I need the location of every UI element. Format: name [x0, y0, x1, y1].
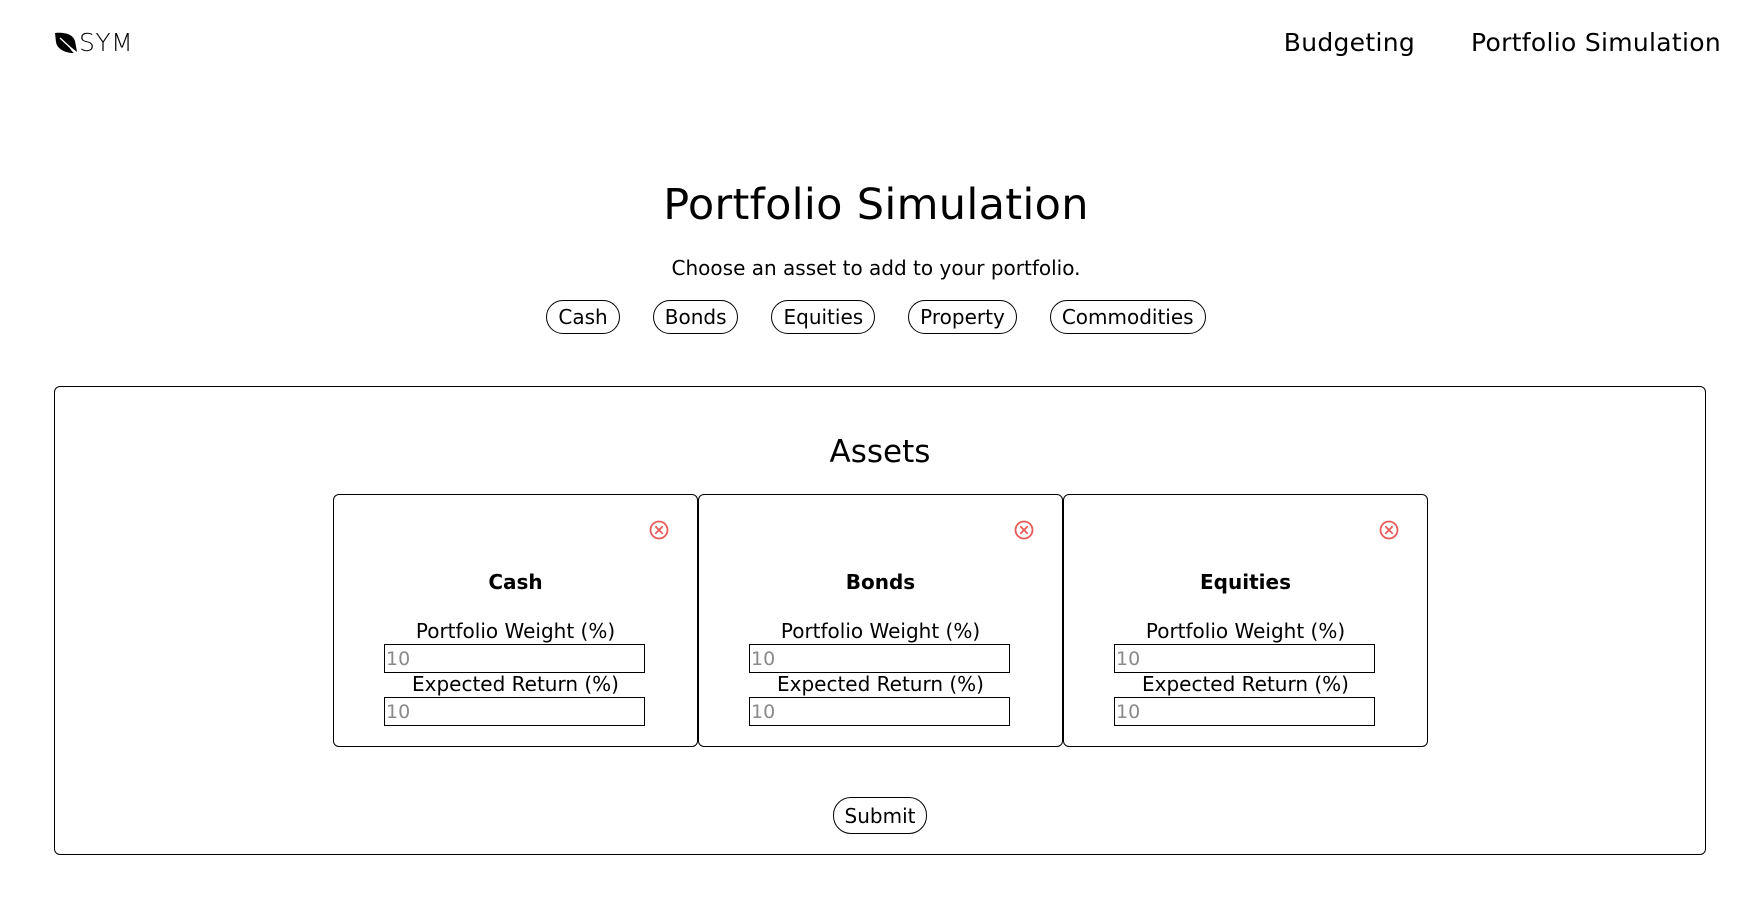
asset-card-title: Equities — [1200, 570, 1291, 594]
equities-weight-input[interactable] — [1114, 644, 1375, 673]
add-bonds-button[interactable]: Bonds — [652, 300, 739, 334]
cash-return-input[interactable] — [384, 697, 645, 726]
asset-card-list: Cash Portfolio Weight (%) Expected Retur… — [333, 494, 1428, 747]
nav-link-portfolio-simulation[interactable]: Portfolio Simulation — [1471, 27, 1721, 59]
remove-bonds-icon[interactable] — [1013, 519, 1035, 541]
add-property-button[interactable]: Property — [908, 300, 1017, 334]
page: SYM Budgeting Portfolio Simulation Portf… — [0, 0, 1752, 899]
assets-title: Assets — [829, 434, 931, 470]
remove-equities-icon[interactable] — [1378, 519, 1400, 541]
add-commodities-button[interactable]: Commodities — [1049, 300, 1206, 334]
page-title: Portfolio Simulation — [663, 180, 1089, 230]
bonds-return-input[interactable] — [749, 697, 1010, 726]
submit-button[interactable]: Submit — [832, 797, 928, 834]
asset-card-cash: Cash Portfolio Weight (%) Expected Retur… — [333, 494, 698, 747]
bonds-weight-input[interactable] — [749, 644, 1010, 673]
leaf-icon — [54, 32, 78, 54]
asset-card-equities: Equities Portfolio Weight (%) Expected R… — [1063, 494, 1428, 747]
asset-choice-list: Cash Bonds Equities Property Commodities — [0, 300, 1752, 334]
asset-card-title: Cash — [488, 570, 543, 594]
portfolio-weight-label: Portfolio Weight (%) — [780, 619, 981, 643]
assets-panel: Assets Cash Portfolio Weight (%) Expecte… — [54, 386, 1706, 855]
asset-card-title: Bonds — [845, 570, 916, 594]
logo[interactable]: SYM — [54, 28, 133, 58]
asset-card-bonds: Bonds Portfolio Weight (%) Expected Retu… — [698, 494, 1063, 747]
expected-return-label: Expected Return (%) — [1141, 672, 1349, 696]
equities-return-input[interactable] — [1114, 697, 1375, 726]
submit-row: Submit — [55, 797, 1705, 834]
top-nav: Budgeting Portfolio Simulation — [1284, 27, 1721, 59]
page-subtitle: Choose an asset to add to your portfolio… — [671, 256, 1081, 280]
add-cash-button[interactable]: Cash — [546, 300, 620, 334]
remove-cash-icon[interactable] — [648, 519, 670, 541]
expected-return-label: Expected Return (%) — [776, 672, 984, 696]
logo-text: SYM — [79, 28, 134, 57]
expected-return-label: Expected Return (%) — [411, 672, 619, 696]
portfolio-weight-label: Portfolio Weight (%) — [415, 619, 616, 643]
cash-weight-input[interactable] — [384, 644, 645, 673]
nav-link-budgeting[interactable]: Budgeting — [1284, 27, 1415, 59]
portfolio-weight-label: Portfolio Weight (%) — [1145, 619, 1346, 643]
add-equities-button[interactable]: Equities — [771, 300, 876, 334]
